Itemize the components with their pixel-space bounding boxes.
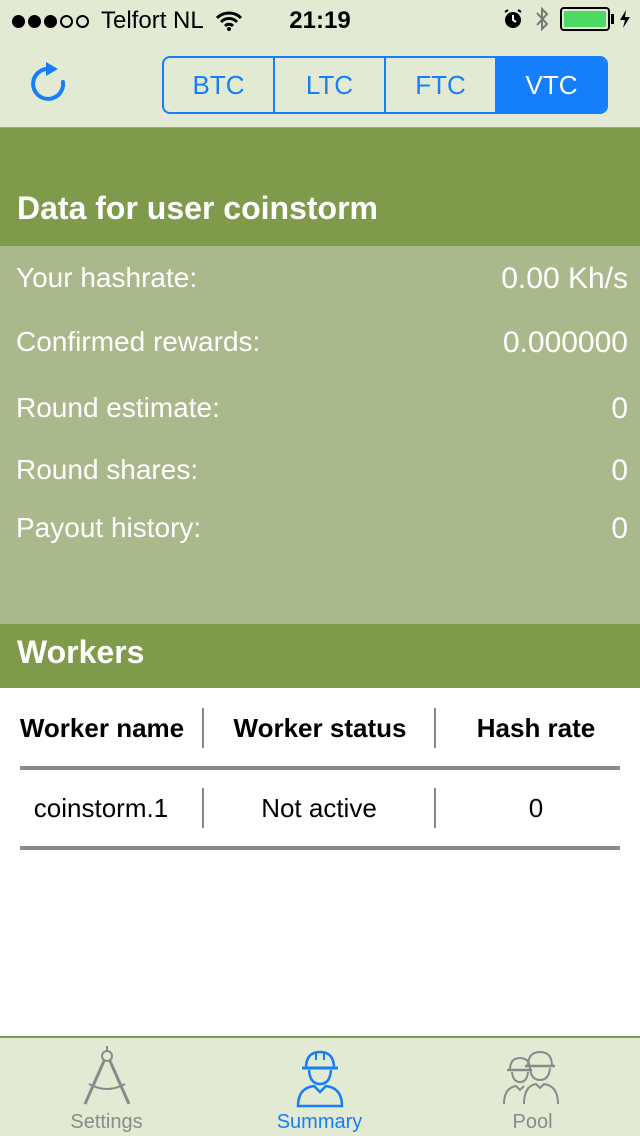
table-divider [20,766,620,770]
table-header: Worker name Worker status Hash rate [0,708,640,748]
coin-tab-ltc[interactable]: LTC [275,58,386,112]
stat-value: 0 [611,512,628,545]
tab-label: Summary [276,1111,363,1133]
stat-label: Your hashrate: [16,262,198,293]
workers-section-title: Workers [17,634,145,670]
stat-row-payout-history: Payout history: 0 [16,512,628,546]
battery-icon [560,7,614,31]
coin-tab-btc[interactable]: BTC [164,58,275,112]
stat-row-confirmed-rewards: Confirmed rewards: 0.000000 [16,326,628,360]
coin-tab-vtc[interactable]: VTC [497,58,606,112]
stat-label: Round shares: [16,454,199,485]
stat-value: 0.000000 [502,326,628,359]
coin-segmented-control: BTC LTC FTC VTC [162,56,608,114]
stat-row-round-shares: Round shares: 0 [16,454,628,488]
user-stats-panel: Your hashrate: 0.00 Kh/s Confirmed rewar… [0,246,640,624]
compass-icon [83,1046,130,1105]
worker-helmet-icon [296,1050,343,1108]
stat-label: Confirmed rewards: [16,326,261,357]
user-section-header: Data for user coinstorm [0,128,640,246]
column-header-hash-rate: Hash rate [476,712,596,743]
column-header-worker-name: Worker name [19,712,185,743]
hash-rate-cell: 0 [528,792,544,823]
stat-value: 0.00 Kh/s [501,262,628,295]
column-header-worker-status: Worker status [233,712,407,743]
tab-bar: Settings Summary Pool [0,1036,640,1136]
stat-label: Payout history: [16,512,202,543]
stat-value: 0 [611,392,628,425]
tab-label: Pool [512,1111,553,1133]
status-bar: Telfort NL 21:19 [0,0,640,40]
bluetooth-icon [536,6,549,32]
tab-pool[interactable]: Pool [426,1038,639,1136]
refresh-icon[interactable] [28,60,72,108]
stat-value: 0 [611,454,628,487]
tab-summary[interactable]: Summary [213,1038,426,1136]
worker-status-cell: Not active [261,792,377,823]
tab-settings[interactable]: Settings [0,1038,213,1136]
stat-row-round-estimate: Round estimate: 0 [16,392,628,426]
user-section-title: Data for user coinstorm [17,190,378,226]
workers-section-header: Workers [0,624,640,688]
stat-row-hashrate: Your hashrate: 0.00 Kh/s [16,262,628,296]
table-divider [20,846,620,850]
navigation-bar: Telfort NL 21:19 BTC LTC FTC VTC [0,0,640,128]
workers-group-icon [502,1050,559,1105]
charging-icon [620,10,630,28]
stat-label: Round estimate: [16,392,220,423]
worker-name-cell: coinstorm.1 [33,792,169,823]
coin-tab-ftc[interactable]: FTC [386,58,497,112]
alarm-icon [504,9,522,28]
tab-label: Settings [70,1111,143,1133]
